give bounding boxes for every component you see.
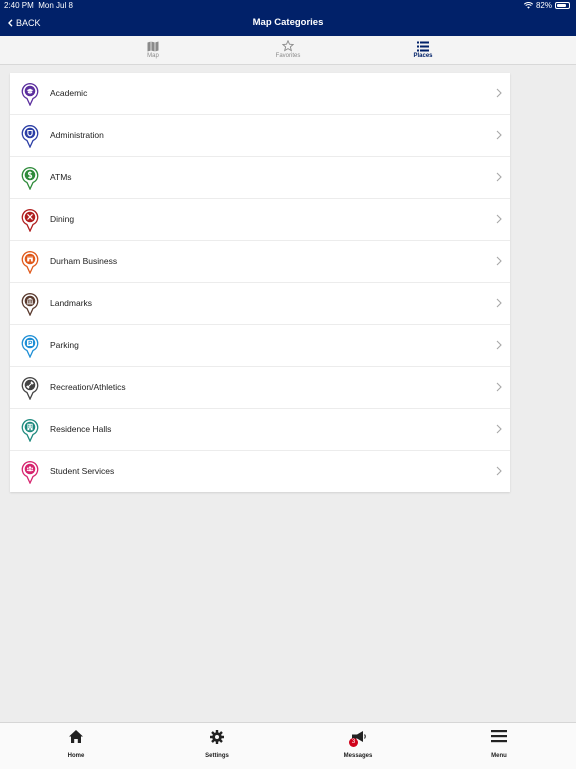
star-icon bbox=[238, 39, 338, 52]
messages-badge: 3 bbox=[349, 738, 358, 747]
chevron-right-icon bbox=[496, 298, 502, 308]
bottom-tab-messages-label: Messages bbox=[343, 753, 373, 759]
gear-icon bbox=[182, 729, 252, 747]
utensils-icon bbox=[21, 208, 39, 233]
bottom-tab-menu[interactable]: Menu bbox=[464, 729, 534, 761]
category-row-atms[interactable]: ATMs bbox=[10, 157, 510, 199]
category-label: Recreation/Athletics bbox=[50, 382, 126, 392]
tab-map[interactable]: Map bbox=[103, 39, 203, 63]
category-row-parking[interactable]: Parking bbox=[10, 325, 510, 367]
bottom-tab-settings[interactable]: Settings bbox=[182, 729, 252, 761]
list-icon bbox=[373, 39, 473, 52]
category-row-academic[interactable]: Academic bbox=[10, 73, 510, 115]
category-row-durham-business[interactable]: Durham Business bbox=[10, 241, 510, 283]
chevron-right-icon bbox=[496, 88, 502, 98]
shield-icon bbox=[21, 124, 39, 149]
people-icon bbox=[21, 460, 39, 485]
chevron-right-icon bbox=[496, 340, 502, 350]
mortarboard-icon bbox=[21, 82, 39, 107]
tab-places-label: Places bbox=[413, 53, 433, 59]
category-label: ATMs bbox=[50, 172, 72, 182]
category-row-recreation-athletics[interactable]: Recreation/Athletics bbox=[10, 367, 510, 409]
category-label: Landmarks bbox=[50, 298, 93, 308]
megaphone-icon bbox=[323, 729, 393, 747]
tab-map-label: Map bbox=[147, 53, 159, 59]
category-label: Student Services bbox=[50, 466, 115, 476]
bottom-tab-settings-label: Settings bbox=[205, 753, 229, 759]
battery-icon bbox=[555, 2, 570, 9]
category-label: Academic bbox=[50, 88, 88, 98]
battery-percent: 82% bbox=[535, 1, 552, 10]
category-row-landmarks[interactable]: Landmarks bbox=[10, 283, 510, 325]
status-bar: 2:40 PM Mon Jul 8 82% bbox=[0, 0, 576, 11]
category-list: Academic Administration ATMs Dining Durh… bbox=[10, 73, 510, 492]
wifi-icon bbox=[523, 2, 533, 9]
tab-favorites-label: Favorites bbox=[275, 53, 301, 59]
chevron-right-icon bbox=[496, 130, 502, 140]
dumbbell-icon bbox=[21, 376, 39, 401]
category-row-dining[interactable]: Dining bbox=[10, 199, 510, 241]
bottom-tab-home-label: Home bbox=[67, 753, 85, 759]
landmark-icon bbox=[21, 292, 39, 317]
map-icon bbox=[103, 39, 203, 52]
nav-bar: BACK Map Categories bbox=[0, 11, 576, 36]
page-title: Map Categories bbox=[252, 17, 324, 28]
chevron-right-icon bbox=[496, 214, 502, 224]
category-label: Dining bbox=[50, 214, 75, 224]
tab-favorites[interactable]: Favorites bbox=[238, 39, 338, 63]
chevron-right-icon bbox=[496, 382, 502, 392]
bottom-tab-home[interactable]: Home bbox=[41, 729, 111, 761]
category-label: Durham Business bbox=[50, 256, 118, 266]
chevron-right-icon bbox=[496, 256, 502, 266]
segmented-tabs: Map Favorites Places bbox=[0, 36, 576, 65]
chevron-right-icon bbox=[496, 172, 502, 182]
storefront-icon bbox=[21, 250, 39, 275]
category-row-residence-halls[interactable]: Residence Halls bbox=[10, 409, 510, 451]
category-row-administration[interactable]: Administration bbox=[10, 115, 510, 157]
dollar-icon bbox=[21, 166, 39, 191]
bottom-tab-bar: Home Settings 3 Messages Menu bbox=[0, 722, 576, 769]
bottom-tab-messages[interactable]: 3 Messages bbox=[323, 729, 393, 761]
home-icon bbox=[41, 729, 111, 747]
parking-icon bbox=[21, 334, 39, 359]
app-header: 2:40 PM Mon Jul 8 82% BACK Map Categorie… bbox=[0, 0, 576, 36]
building-icon bbox=[21, 418, 39, 443]
chevron-right-icon bbox=[496, 424, 502, 434]
bottom-tab-menu-label: Menu bbox=[491, 753, 507, 759]
category-row-student-services[interactable]: Student Services bbox=[10, 451, 510, 492]
chevron-right-icon bbox=[496, 466, 502, 476]
tab-places[interactable]: Places bbox=[373, 39, 473, 63]
status-indicators: 82% bbox=[523, 0, 570, 11]
hamburger-icon bbox=[464, 729, 534, 747]
category-label: Administration bbox=[50, 130, 104, 140]
status-time: 2:40 PM Mon Jul 8 bbox=[4, 1, 73, 10]
category-label: Parking bbox=[50, 340, 79, 350]
category-label: Residence Halls bbox=[50, 424, 112, 434]
